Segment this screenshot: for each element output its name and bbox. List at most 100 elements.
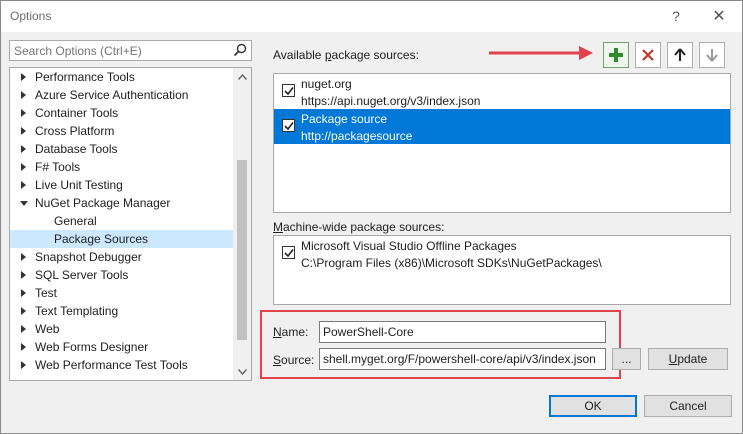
tree-item-label: Container Tools [35, 106, 119, 120]
tree-item[interactable]: Live Unit Testing [10, 176, 233, 194]
tree-list: Performance Tools Azure Service Authentic… [10, 68, 233, 374]
expand-right-icon[interactable] [21, 307, 26, 315]
plus-icon [609, 48, 623, 62]
update-button[interactable]: Update [648, 348, 728, 370]
options-dialog: Options ? ✕ Performance Tools Azure Servi… [0, 0, 743, 434]
tree-item-label: Web Performance Test Tools [35, 358, 188, 372]
close-button[interactable]: ✕ [707, 5, 731, 27]
tree-item[interactable]: Web Forms Designer [10, 338, 233, 356]
checkmark-icon [284, 87, 294, 96]
expand-right-icon[interactable] [21, 145, 26, 153]
expand-right-icon[interactable] [21, 73, 26, 81]
tree-item[interactable]: Web Performance Test Tools [10, 356, 233, 374]
expand-right-icon[interactable] [21, 343, 26, 351]
tree-scrollbar[interactable] [233, 68, 251, 380]
tree-item-label: F# Tools [35, 160, 81, 174]
expand-right-icon[interactable] [21, 253, 26, 261]
title-bar: Options ? ✕ [1, 1, 742, 32]
tree-item[interactable]: Text Templating [10, 302, 233, 320]
tree-item-label: General [54, 214, 97, 228]
ok-button[interactable]: OK [549, 395, 637, 417]
source-url: C:\Program Files (x86)\Microsoft SDKs\Nu… [301, 256, 602, 270]
tree-item-label: Web [35, 322, 60, 336]
source-name: Microsoft Visual Studio Offline Packages [301, 239, 517, 253]
source-input[interactable] [320, 349, 605, 369]
tree-item-label: Cross Platform [35, 124, 115, 138]
tree-item[interactable]: SQL Server Tools [10, 266, 233, 284]
tree-item[interactable]: General [10, 212, 233, 230]
expand-right-icon[interactable] [21, 91, 26, 99]
help-button[interactable]: ? [664, 5, 688, 27]
tree-item-label: Database Tools [35, 142, 118, 156]
source-checkbox[interactable] [282, 119, 295, 132]
search-icon[interactable] [233, 43, 247, 60]
dialog-title: Options [10, 9, 52, 23]
tree-item[interactable]: Cross Platform [10, 122, 233, 140]
expand-right-icon[interactable] [21, 127, 26, 135]
source-checkbox[interactable] [282, 84, 295, 97]
scroll-up-icon[interactable] [233, 68, 251, 85]
machine-sources-label: Machine-wide package sources: [273, 220, 445, 234]
machine-sources-list: Microsoft Visual Studio Offline Packages… [273, 235, 731, 305]
move-up-button[interactable] [667, 42, 693, 68]
tree-item-label: Text Templating [35, 304, 119, 318]
add-source-button[interactable] [603, 42, 629, 68]
expand-right-icon[interactable] [21, 109, 26, 117]
tree-item[interactable]: Azure Service Authentication [10, 86, 233, 104]
arrow-up-icon [674, 48, 686, 61]
move-down-button[interactable] [699, 42, 725, 68]
name-field[interactable] [319, 321, 606, 343]
tree-item[interactable]: F# Tools [10, 158, 233, 176]
tree-item-label: NuGet Package Manager [35, 196, 171, 210]
annotation-arrow-icon [489, 46, 593, 60]
scroll-thumb[interactable] [237, 160, 247, 340]
name-input[interactable] [320, 322, 605, 342]
tree-item-label: Performance Tools [35, 70, 135, 84]
expand-down-icon[interactable] [20, 201, 28, 206]
scroll-down-icon[interactable] [233, 363, 251, 380]
source-url: https://api.nuget.org/v3/index.json [301, 94, 481, 108]
expand-right-icon[interactable] [21, 163, 26, 171]
expand-right-icon[interactable] [21, 325, 26, 333]
arrow-down-icon [706, 49, 718, 62]
source-field[interactable] [319, 348, 606, 370]
expand-right-icon[interactable] [21, 361, 26, 369]
source-row[interactable]: Package source http://packagesource [274, 109, 730, 144]
tree-item[interactable]: Package Sources [10, 230, 233, 248]
tree-item-label: Snapshot Debugger [35, 250, 142, 264]
tree-item[interactable]: Test [10, 284, 233, 302]
tree-item[interactable]: Web [10, 320, 233, 338]
search-input[interactable] [10, 41, 225, 60]
delete-x-icon [642, 49, 654, 61]
tree-item-label: Package Sources [54, 232, 149, 246]
tree-item[interactable]: Performance Tools [10, 68, 233, 86]
checkmark-icon [284, 122, 294, 131]
tree-item-label: SQL Server Tools [35, 268, 129, 282]
tree-item-label: Test [35, 286, 58, 300]
source-name: Package source [301, 112, 388, 126]
browse-button[interactable]: ... [612, 348, 641, 370]
source-label: Source: [273, 353, 315, 367]
tree-item[interactable]: Container Tools [10, 104, 233, 122]
tree-item[interactable]: Database Tools [10, 140, 233, 158]
expand-right-icon[interactable] [21, 271, 26, 279]
expand-right-icon[interactable] [21, 289, 26, 297]
available-sources-list: nuget.org https://api.nuget.org/v3/index.… [273, 73, 731, 213]
cancel-button[interactable]: Cancel [644, 395, 732, 417]
checkmark-icon [284, 249, 294, 258]
source-checkbox[interactable] [282, 246, 295, 259]
tree-item-label: Live Unit Testing [35, 178, 123, 192]
source-row[interactable]: Microsoft Visual Studio Offline Packages… [274, 236, 730, 271]
tree-item-label: Azure Service Authentication [35, 88, 189, 102]
search-box[interactable] [9, 40, 252, 61]
source-row[interactable]: nuget.org https://api.nuget.org/v3/index.… [274, 74, 730, 109]
remove-source-button[interactable] [635, 42, 661, 68]
options-tree: Performance Tools Azure Service Authentic… [9, 67, 252, 381]
tree-item[interactable]: NuGet Package Manager [10, 194, 233, 212]
source-url: http://packagesource [301, 129, 413, 143]
tree-item[interactable]: Snapshot Debugger [10, 248, 233, 266]
source-name: nuget.org [301, 77, 352, 91]
expand-right-icon[interactable] [21, 181, 26, 189]
available-sources-label: Available package sources: [273, 48, 419, 62]
name-label: Name: [273, 325, 309, 339]
